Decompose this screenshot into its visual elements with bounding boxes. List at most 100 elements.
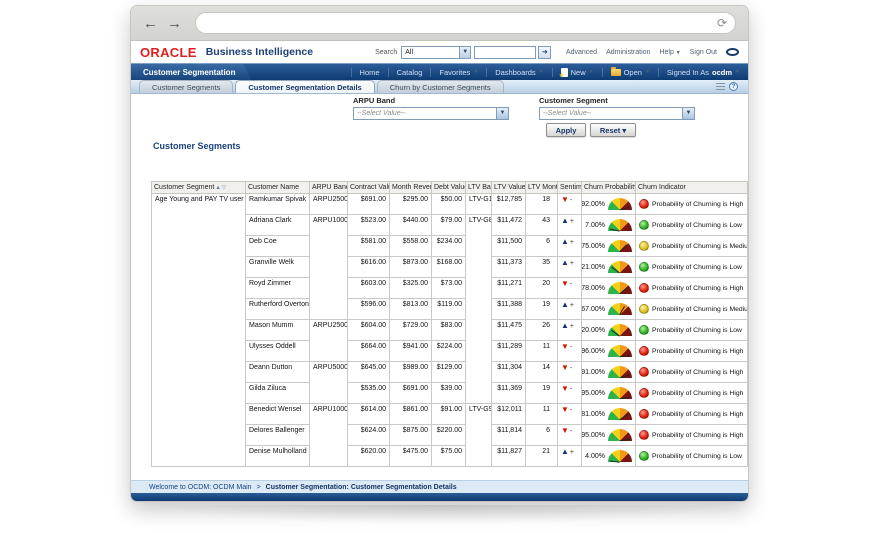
oracle-ring-icon [726, 48, 739, 56]
debt-value-cell: $39.00 [431, 382, 466, 404]
month-revenue-cell: $295.00 [389, 193, 432, 215]
breadcrumb-welcome-link[interactable]: Welcome to OCDM: OCDM Main [149, 484, 252, 491]
advanced-link[interactable]: Advanced [566, 49, 597, 56]
nav-signed-in[interactable]: Signed In As ocdm ▼ [657, 67, 748, 77]
ltv-months-cell: 6 [525, 235, 558, 257]
tab-customer-segmentation-details[interactable]: Customer Segmentation Details [235, 80, 375, 93]
ltv-months-cell: 6 [525, 424, 558, 446]
ltv-value-cell: $11,500 [491, 235, 526, 257]
ltv-value-cell: $11,388 [491, 298, 526, 320]
column-header-sentiment[interactable]: Sentiment [557, 181, 582, 194]
reset-button[interactable]: Reset ▾ [590, 123, 636, 137]
contract-value-cell: $620.00 [347, 445, 390, 467]
column-header-ltv-months[interactable]: LTV Months [525, 181, 558, 194]
ltv-band-cell: LTV-G10 [465, 193, 492, 215]
ltv-months-cell: 14 [525, 361, 558, 383]
sentiment-up-icon: ▲ [561, 216, 569, 225]
arpu-band-cell: ARPU5000 [309, 361, 348, 404]
gauge-icon [608, 366, 632, 379]
churn-probability-cell: 95.00% [581, 424, 636, 446]
nav-catalog[interactable]: Catalog [387, 67, 431, 77]
sort-descending-icon[interactable]: ▽ [222, 185, 226, 191]
sentiment-down-icon: ▼ [561, 384, 569, 393]
sentiment-down-icon: ▼ [561, 195, 569, 204]
search-input[interactable] [474, 45, 537, 59]
folder-icon [610, 66, 621, 76]
sort-ascending-icon[interactable]: ▲ [215, 185, 220, 191]
chevron-down-icon: ▼ [588, 69, 594, 75]
churn-indicator-cell: Probability of Churning is High [635, 424, 748, 446]
chevron-down-icon[interactable]: ▼ [682, 108, 694, 119]
page-options-icon[interactable] [716, 82, 725, 91]
column-header-churn-indicator[interactable]: Churn Indicator [635, 181, 748, 194]
column-header-ltv-band[interactable]: LTV Band [465, 181, 492, 194]
gauge-icon [608, 261, 632, 274]
back-icon[interactable]: ← [143, 16, 158, 31]
customer-name-cell: Granville Welk [245, 256, 310, 278]
churn-probability-cell: 20.00% [581, 319, 636, 341]
tab-churn-by-customer-segments[interactable]: Churn by Customer Segments [376, 80, 504, 93]
ltv-months-cell: 18 [525, 193, 558, 215]
chevron-down-icon[interactable]: ▼ [496, 108, 508, 119]
sentiment-sign: - [569, 365, 573, 372]
search-scope-value: All [405, 48, 414, 56]
sentiment-cell: ▼- [557, 424, 582, 446]
help-menu[interactable]: Help ▼ [659, 49, 680, 56]
churn-indicator-text: Probability of Churning is High [652, 200, 744, 208]
churn-probability-value: 20.00% [581, 326, 606, 334]
column-header-month-revenue[interactable]: Month Revenue [389, 181, 432, 194]
administration-link[interactable]: Administration [606, 49, 650, 56]
churn-probability-cell: 92.00% [581, 193, 636, 215]
debt-value-cell: $75.00 [431, 445, 466, 467]
column-header-arpu-band[interactable]: ARPU Band [309, 181, 348, 194]
customer-segment-select[interactable]: --Select Value-- ▼ [539, 107, 695, 120]
contract-value-cell: $664.00 [347, 340, 390, 362]
ltv-value-cell: $11,271 [491, 277, 526, 299]
arpu-band-cell: ARPU2500 [309, 193, 348, 215]
chevron-down-icon[interactable]: ▼ [459, 46, 471, 58]
arpu-band-select[interactable]: --Select Value-- ▼ [353, 107, 509, 120]
column-header-customer-name[interactable]: Customer Name [245, 181, 310, 194]
debt-value-cell: $168.00 [431, 256, 466, 278]
ltv-months-cell: 19 [525, 382, 558, 404]
sentiment-sign: - [569, 281, 573, 288]
apply-button[interactable]: Apply [546, 123, 586, 137]
column-header-ltv-value[interactable]: LTV Value [491, 181, 526, 194]
product-title: Business Intelligence [205, 46, 314, 58]
month-revenue-cell: $558.00 [389, 235, 432, 257]
debt-value-cell: $119.00 [431, 298, 466, 320]
debt-value-cell: $220.00 [431, 424, 466, 446]
customer-name-cell: Gilda Ziluca [245, 382, 310, 404]
help-icon[interactable]: ? [729, 82, 738, 91]
nav-dashboards[interactable]: Dashboards ▼ [486, 67, 551, 77]
nav-home[interactable]: Home [350, 67, 388, 77]
column-header-customer-segment[interactable]: Customer Segment▲▽ [151, 181, 246, 194]
forward-icon[interactable]: → [167, 16, 182, 31]
ltv-months-cell: 21 [525, 445, 558, 467]
dashboard-tab-customer-segmentation[interactable]: Customer Segmentation [131, 64, 251, 80]
url-bar[interactable]: ⟳ [195, 12, 736, 34]
churn-probability-value: 21.00% [581, 263, 606, 271]
churn-probability-value: 81.00% [581, 410, 606, 418]
nav-open[interactable]: Open ▼ [601, 66, 658, 77]
customer-segment-cell: Age Young and PAY TV user [151, 193, 246, 467]
search-label: Search [375, 48, 398, 56]
search-scope-select[interactable]: All ▼ [401, 45, 472, 59]
column-header-contract-value[interactable]: Contract Value [347, 181, 390, 194]
search-go-button[interactable]: ➜ [538, 45, 552, 59]
reload-icon[interactable]: ⟳ [717, 16, 727, 30]
sentiment-up-icon: ▲ [561, 447, 569, 456]
nav-favorites[interactable]: Favorites ▼ [430, 67, 486, 77]
sign-out-link[interactable]: Sign Out [690, 49, 717, 56]
dashboard-navbar: Customer Segmentation Home Catalog Favor… [131, 63, 748, 80]
browser-window: ← → ⟳ ORACLE Business Intelligence Searc… [130, 5, 749, 502]
column-header-churn-probability[interactable]: Churn Probability [581, 181, 636, 194]
contract-value-cell: $523.00 [347, 214, 390, 236]
column-header-debt-value[interactable]: Debt Value [431, 181, 466, 194]
breadcrumb: Welcome to OCDM: OCDM Main > Customer Se… [131, 480, 748, 493]
ltv-months-cell: 19 [525, 298, 558, 320]
tab-customer-segments[interactable]: Customer Segments [139, 80, 234, 93]
nav-new[interactable]: New▼ [551, 67, 602, 79]
ltv-band-cell: LTV-G8 [465, 214, 492, 404]
gauge-icon [608, 240, 632, 253]
